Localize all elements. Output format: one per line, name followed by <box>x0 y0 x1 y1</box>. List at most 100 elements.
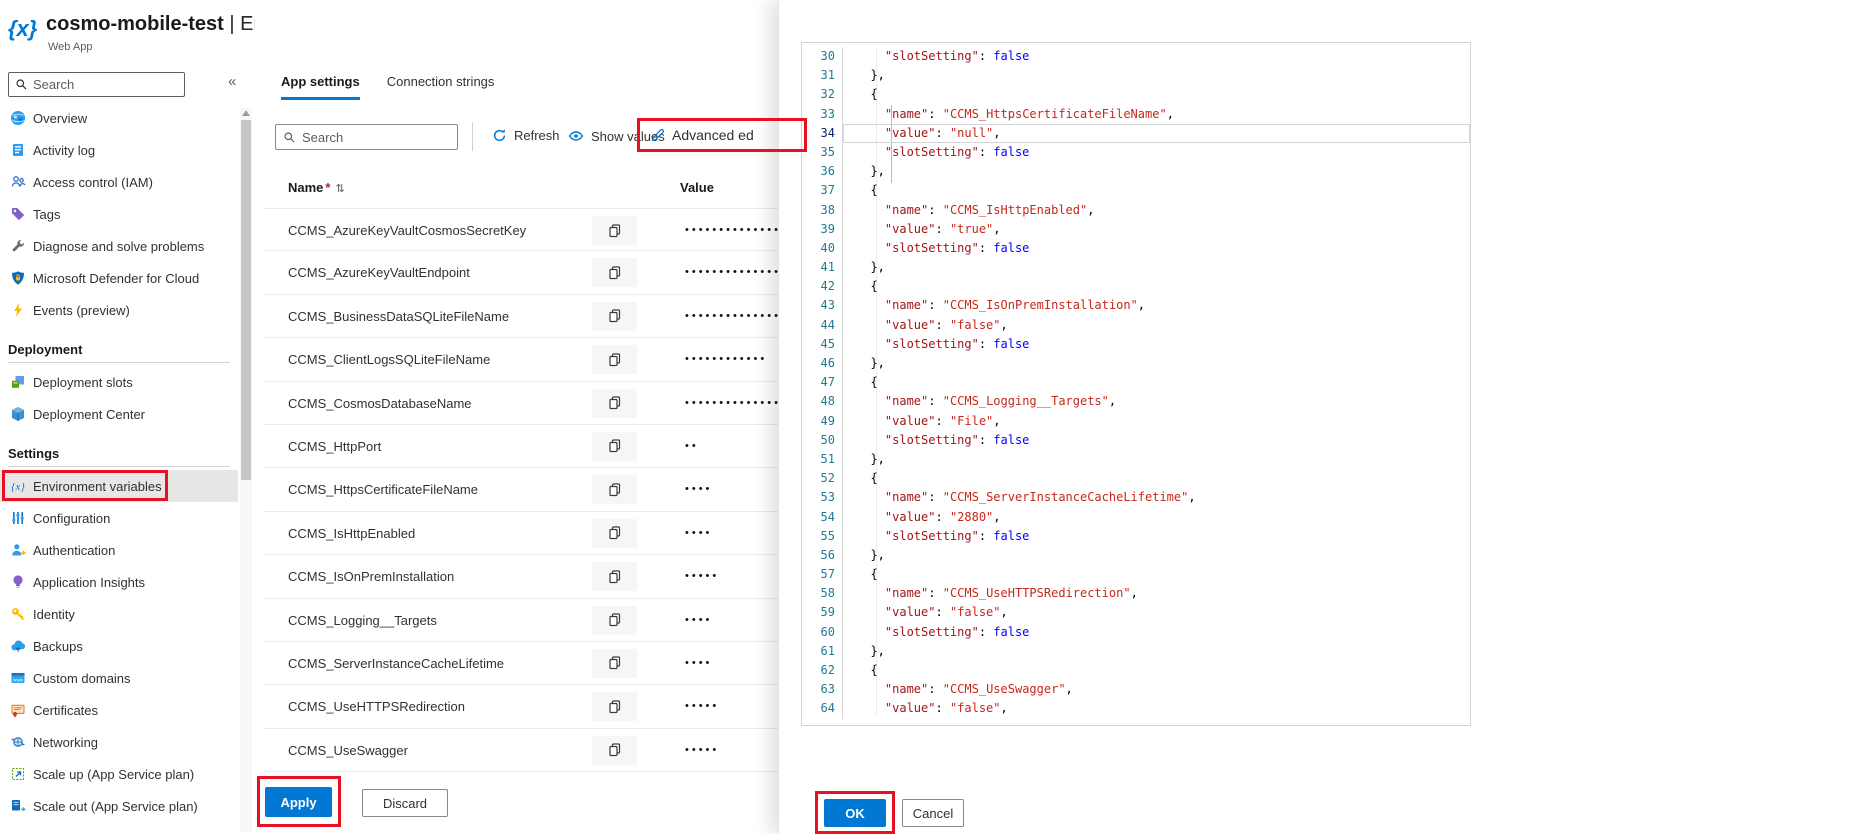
masked-value: •• <box>685 425 699 468</box>
copy-name-button[interactable] <box>592 692 637 721</box>
sidebar-item-certificates[interactable]: Certificates <box>0 694 238 726</box>
setting-name: CCMS_UseSwagger <box>288 729 408 772</box>
copy-name-button[interactable] <box>592 475 637 504</box>
copy-name-button[interactable] <box>592 258 637 287</box>
copy-name-button[interactable] <box>592 216 637 245</box>
cancel-button[interactable]: Cancel <box>902 799 964 827</box>
advanced-edit-label: Advanced ed <box>672 127 754 143</box>
diagnose-icon <box>10 238 26 254</box>
sidebar-item-networking[interactable]: Networking <box>0 726 238 758</box>
activity-log-icon <box>10 142 26 158</box>
tab-app-settings[interactable]: App settings <box>281 74 360 100</box>
sidebar-item-overview[interactable]: Overview <box>0 102 238 134</box>
sidebar-item-diagnose-and-solve-problems[interactable]: Diagnose and solve problems <box>0 230 238 262</box>
line-number: 41 <box>802 258 842 277</box>
sidebar-item-label: Application Insights <box>33 575 145 590</box>
app-settings-search-input[interactable] <box>302 130 442 145</box>
sidebar-item-events-preview[interactable]: Events (preview) <box>0 294 238 326</box>
copy-name-button[interactable] <box>592 649 637 678</box>
code-line-61: 61 }, <box>802 642 1470 661</box>
copy-icon <box>607 699 623 715</box>
line-number: 51 <box>802 450 842 469</box>
advanced-edit-button[interactable]: Advanced ed <box>637 118 807 152</box>
setting-name: CCMS_HttpPort <box>288 425 381 468</box>
sidebar-item-configuration[interactable]: Configuration <box>0 502 238 534</box>
copy-name-button[interactable] <box>592 345 637 374</box>
blade-tabs: App settings Connection strings <box>281 74 494 100</box>
copy-name-button[interactable] <box>592 389 637 418</box>
code-line-56: 56 }, <box>802 546 1470 565</box>
advanced-edit-dialog: 30 "slotSetting": false31 },32 {33 "name… <box>778 0 1871 834</box>
sidebar-item-access-control-iam[interactable]: Access control (IAM) <box>0 166 238 198</box>
svg-text:www: www <box>13 677 24 682</box>
access-control-icon <box>10 174 26 190</box>
refresh-button[interactable]: Refresh <box>492 128 560 143</box>
value-column-header: Value <box>680 180 714 195</box>
table-row-ccms-azurekeyvaultcosmossecretkey: CCMS_AzureKeyVaultCosmosSecretKey•••••••… <box>263 208 778 251</box>
discard-button[interactable]: Discard <box>362 789 448 817</box>
sidebar-item-scale-out-app-service-plan[interactable]: Scale out (App Service plan) <box>0 790 238 822</box>
sidebar-item-deployment-slots[interactable]: Deployment slots <box>0 366 238 398</box>
line-number: 34 <box>802 124 842 143</box>
sidebar-item-label: Activity log <box>33 143 95 158</box>
line-number: 58 <box>802 584 842 603</box>
sidebar-item-identity[interactable]: Identity <box>0 598 238 630</box>
sidebar-item-microsoft-defender-for-cloud[interactable]: Microsoft Defender for Cloud <box>0 262 238 294</box>
code-line-57: 57 { <box>802 565 1470 584</box>
copy-name-button[interactable] <box>592 302 637 331</box>
refresh-icon <box>492 128 507 143</box>
sidebar-item-environment-variables[interactable]: {x}Environment variables <box>0 470 238 502</box>
masked-value: •••• <box>685 642 712 685</box>
collapse-menu-icon[interactable]: « <box>228 73 236 90</box>
azure-portal-page: { "header": { "app_name": "cosmo-mobile-… <box>0 0 1871 834</box>
sidebar-group-divider <box>8 362 230 363</box>
sidebar-item-label: Diagnose and solve problems <box>33 239 204 254</box>
sidebar-item-label: Tags <box>33 207 60 222</box>
code-line-46: 46 }, <box>802 354 1470 373</box>
copy-icon <box>607 308 623 324</box>
sidebar-item-application-insights[interactable]: Application Insights <box>0 566 238 598</box>
code-line-34: 34 "value": "null", <box>802 124 1470 143</box>
table-row-ccms-httpscertificatefilename: CCMS_HttpsCertificateFileName•••• <box>263 468 778 511</box>
sidebar-search-input[interactable] <box>33 77 173 92</box>
table-row-ccms-logging-targets: CCMS_Logging__Targets•••• <box>263 599 778 642</box>
copy-name-button[interactable] <box>592 736 637 765</box>
line-number: 56 <box>802 546 842 565</box>
sidebar-scrollbar-thumb[interactable] <box>241 120 251 480</box>
sidebar-scrollbar[interactable] <box>240 108 252 832</box>
line-number: 32 <box>802 85 842 104</box>
copy-name-button[interactable] <box>592 562 637 591</box>
table-row-ccms-cosmosdatabasename: CCMS_CosmosDatabaseName•••••••••••••••• <box>263 382 778 425</box>
ok-button[interactable]: OK <box>824 799 886 827</box>
sidebar-item-tags[interactable]: Tags <box>0 198 238 230</box>
sidebar-item-custom-domains[interactable]: wwwCustom domains <box>0 662 238 694</box>
copy-name-button[interactable] <box>592 606 637 635</box>
sidebar-item-deployment-center[interactable]: Deployment Center <box>0 398 238 430</box>
svg-text:{x}: {x} <box>11 481 25 493</box>
copy-name-button[interactable] <box>592 519 637 548</box>
apply-button[interactable]: Apply <box>265 787 332 817</box>
title-divider: | <box>229 13 234 35</box>
authentication-icon <box>10 542 26 558</box>
tab-connection-strings[interactable]: Connection strings <box>387 74 495 100</box>
json-code-editor[interactable]: 30 "slotSetting": false31 },32 {33 "name… <box>801 42 1471 726</box>
code-line-38: 38 "name": "CCMS_IsHttpEnabled", <box>802 201 1470 220</box>
app-insights-icon <box>10 574 26 590</box>
app-settings-search-box[interactable] <box>275 124 458 150</box>
copy-name-button[interactable] <box>592 432 637 461</box>
sidebar-item-label: Authentication <box>33 543 115 558</box>
sidebar-item-authentication[interactable]: Authentication <box>0 534 238 566</box>
sidebar-item-activity-log[interactable]: Activity log <box>0 134 238 166</box>
scrollbar-up-arrow-icon[interactable] <box>242 110 250 116</box>
table-row-ccms-httpport: CCMS_HttpPort •• <box>263 425 778 468</box>
name-column-header[interactable]: Name*⇅ <box>288 180 345 195</box>
sidebar-search-box[interactable] <box>8 72 185 97</box>
sidebar-item-label: Backups <box>33 639 83 654</box>
code-line-30: 30 "slotSetting": false <box>802 47 1470 66</box>
sidebar-item-backups[interactable]: Backups <box>0 630 238 662</box>
line-number: 47 <box>802 373 842 392</box>
sidebar-item-scale-up-app-service-plan[interactable]: Scale up (App Service plan) <box>0 758 238 790</box>
line-number: 57 <box>802 565 842 584</box>
line-number: 37 <box>802 181 842 200</box>
table-row-ccms-usehttpsredirection: CCMS_UseHTTPSRedirection••••• <box>263 685 778 728</box>
